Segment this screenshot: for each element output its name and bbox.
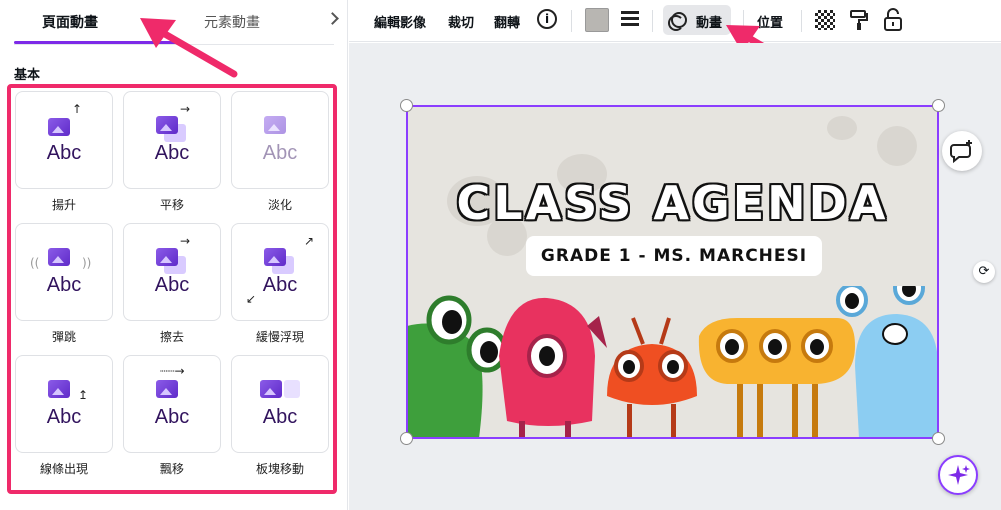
tile-sample-text: Abc — [46, 274, 82, 296]
crop-button[interactable]: 裁切 — [448, 12, 474, 31]
selection-frame[interactable] — [406, 105, 939, 439]
drift-icon — [156, 380, 178, 398]
slow-reveal-icon — [264, 248, 286, 266]
animation-tile-pan[interactable]: → Abc — [123, 91, 221, 189]
resize-handle-top-right[interactable] — [932, 99, 945, 112]
animation-tile-wipe[interactable]: → Abc — [123, 223, 221, 321]
toolbar-divider — [652, 10, 653, 32]
animation-tile-bounce[interactable]: (( )) Abc — [15, 223, 113, 321]
top-toolbar: 編輯影像 裁切 翻轉 i 動畫 位置 — [349, 0, 1001, 42]
animate-label: 動畫 — [696, 16, 723, 31]
border-style-icon[interactable] — [621, 11, 639, 27]
bounce-wave-left: (( — [30, 256, 40, 270]
pan-icon — [156, 116, 178, 134]
tile-sample-text: Abc — [154, 406, 190, 428]
arrow-up-icon: ↑ — [72, 102, 83, 116]
tile-label: 淡化 — [267, 198, 292, 212]
arrow-right-icon: → — [180, 102, 191, 116]
tile-sample-text: Abc — [46, 406, 82, 428]
animation-tile-rise[interactable]: ↑ Abc — [15, 91, 113, 189]
tile-sample-text: Abc — [154, 274, 190, 296]
resize-handle-bottom-left[interactable] — [400, 432, 413, 445]
tile-label: 彈跳 — [51, 330, 76, 344]
comment-add-icon — [950, 140, 972, 164]
resize-handle-top-left[interactable] — [400, 99, 413, 112]
tile-sample-text: Abc — [46, 142, 82, 164]
section-label-basic: 基本 — [14, 68, 41, 83]
tile-label: 飄移 — [159, 462, 184, 476]
info-icon[interactable]: i — [537, 9, 557, 29]
tile-sample-text: Abc — [262, 406, 298, 428]
tile-sample-text: Abc — [262, 142, 298, 164]
sparkle-icon — [948, 465, 970, 485]
tile-label: 擦去 — [159, 330, 184, 344]
tile-label: 緩慢浮現 — [255, 330, 304, 344]
color-swatch[interactable] — [585, 8, 609, 32]
tectonic-icon — [260, 380, 282, 398]
tile-sample-text: Abc — [154, 142, 190, 164]
arrow-drift-icon: ┈┈→ — [160, 364, 185, 378]
animation-tile-slow-reveal[interactable]: ↗ ↙ Abc — [231, 223, 329, 321]
animation-tile-fade[interactable]: Abc — [231, 91, 329, 189]
bounce-icon — [48, 248, 70, 266]
tile-label: 平移 — [159, 198, 184, 212]
edit-image-button[interactable]: 編輯影像 — [374, 12, 426, 31]
tile-label: 線條出現 — [39, 462, 88, 476]
tab-page-animation[interactable]: 頁面動畫 — [42, 12, 98, 32]
bounce-wave-right: )) — [82, 256, 92, 270]
fade-icon — [264, 116, 286, 134]
lock-icon[interactable] — [883, 8, 903, 32]
comment-button[interactable] — [942, 131, 982, 171]
chevron-right-icon[interactable] — [326, 12, 339, 25]
magic-assistant-button[interactable] — [938, 455, 978, 495]
tile-label: 板塊移動 — [255, 462, 304, 476]
tile-sample-text: Abc — [262, 274, 298, 296]
wipe-icon — [156, 248, 178, 266]
annotation-arrow-tab — [140, 18, 238, 78]
paint-roller-icon[interactable] — [849, 9, 869, 31]
animation-tile-line-reveal[interactable]: ↥ Abc — [15, 355, 113, 453]
rotate-icon[interactable]: ⟳ — [973, 261, 995, 283]
animation-tile-tectonic[interactable]: Abc — [231, 355, 329, 453]
tectonic-shadow — [284, 380, 300, 398]
animation-tile-drift[interactable]: ┈┈→ Abc — [123, 355, 221, 453]
flip-button[interactable]: 翻轉 — [494, 12, 520, 31]
tile-label: 揚升 — [51, 198, 76, 212]
line-reveal-icon — [48, 380, 70, 398]
arrow-up-bar-icon: ↥ — [78, 388, 89, 402]
toolbar-divider — [571, 10, 572, 32]
resize-handle-bottom-right[interactable] — [932, 432, 945, 445]
rise-icon — [48, 118, 70, 136]
arrow-right-icon: → — [180, 234, 191, 248]
arrow-up-right-icon: ↗ — [304, 234, 315, 248]
animate-icon — [668, 12, 687, 31]
